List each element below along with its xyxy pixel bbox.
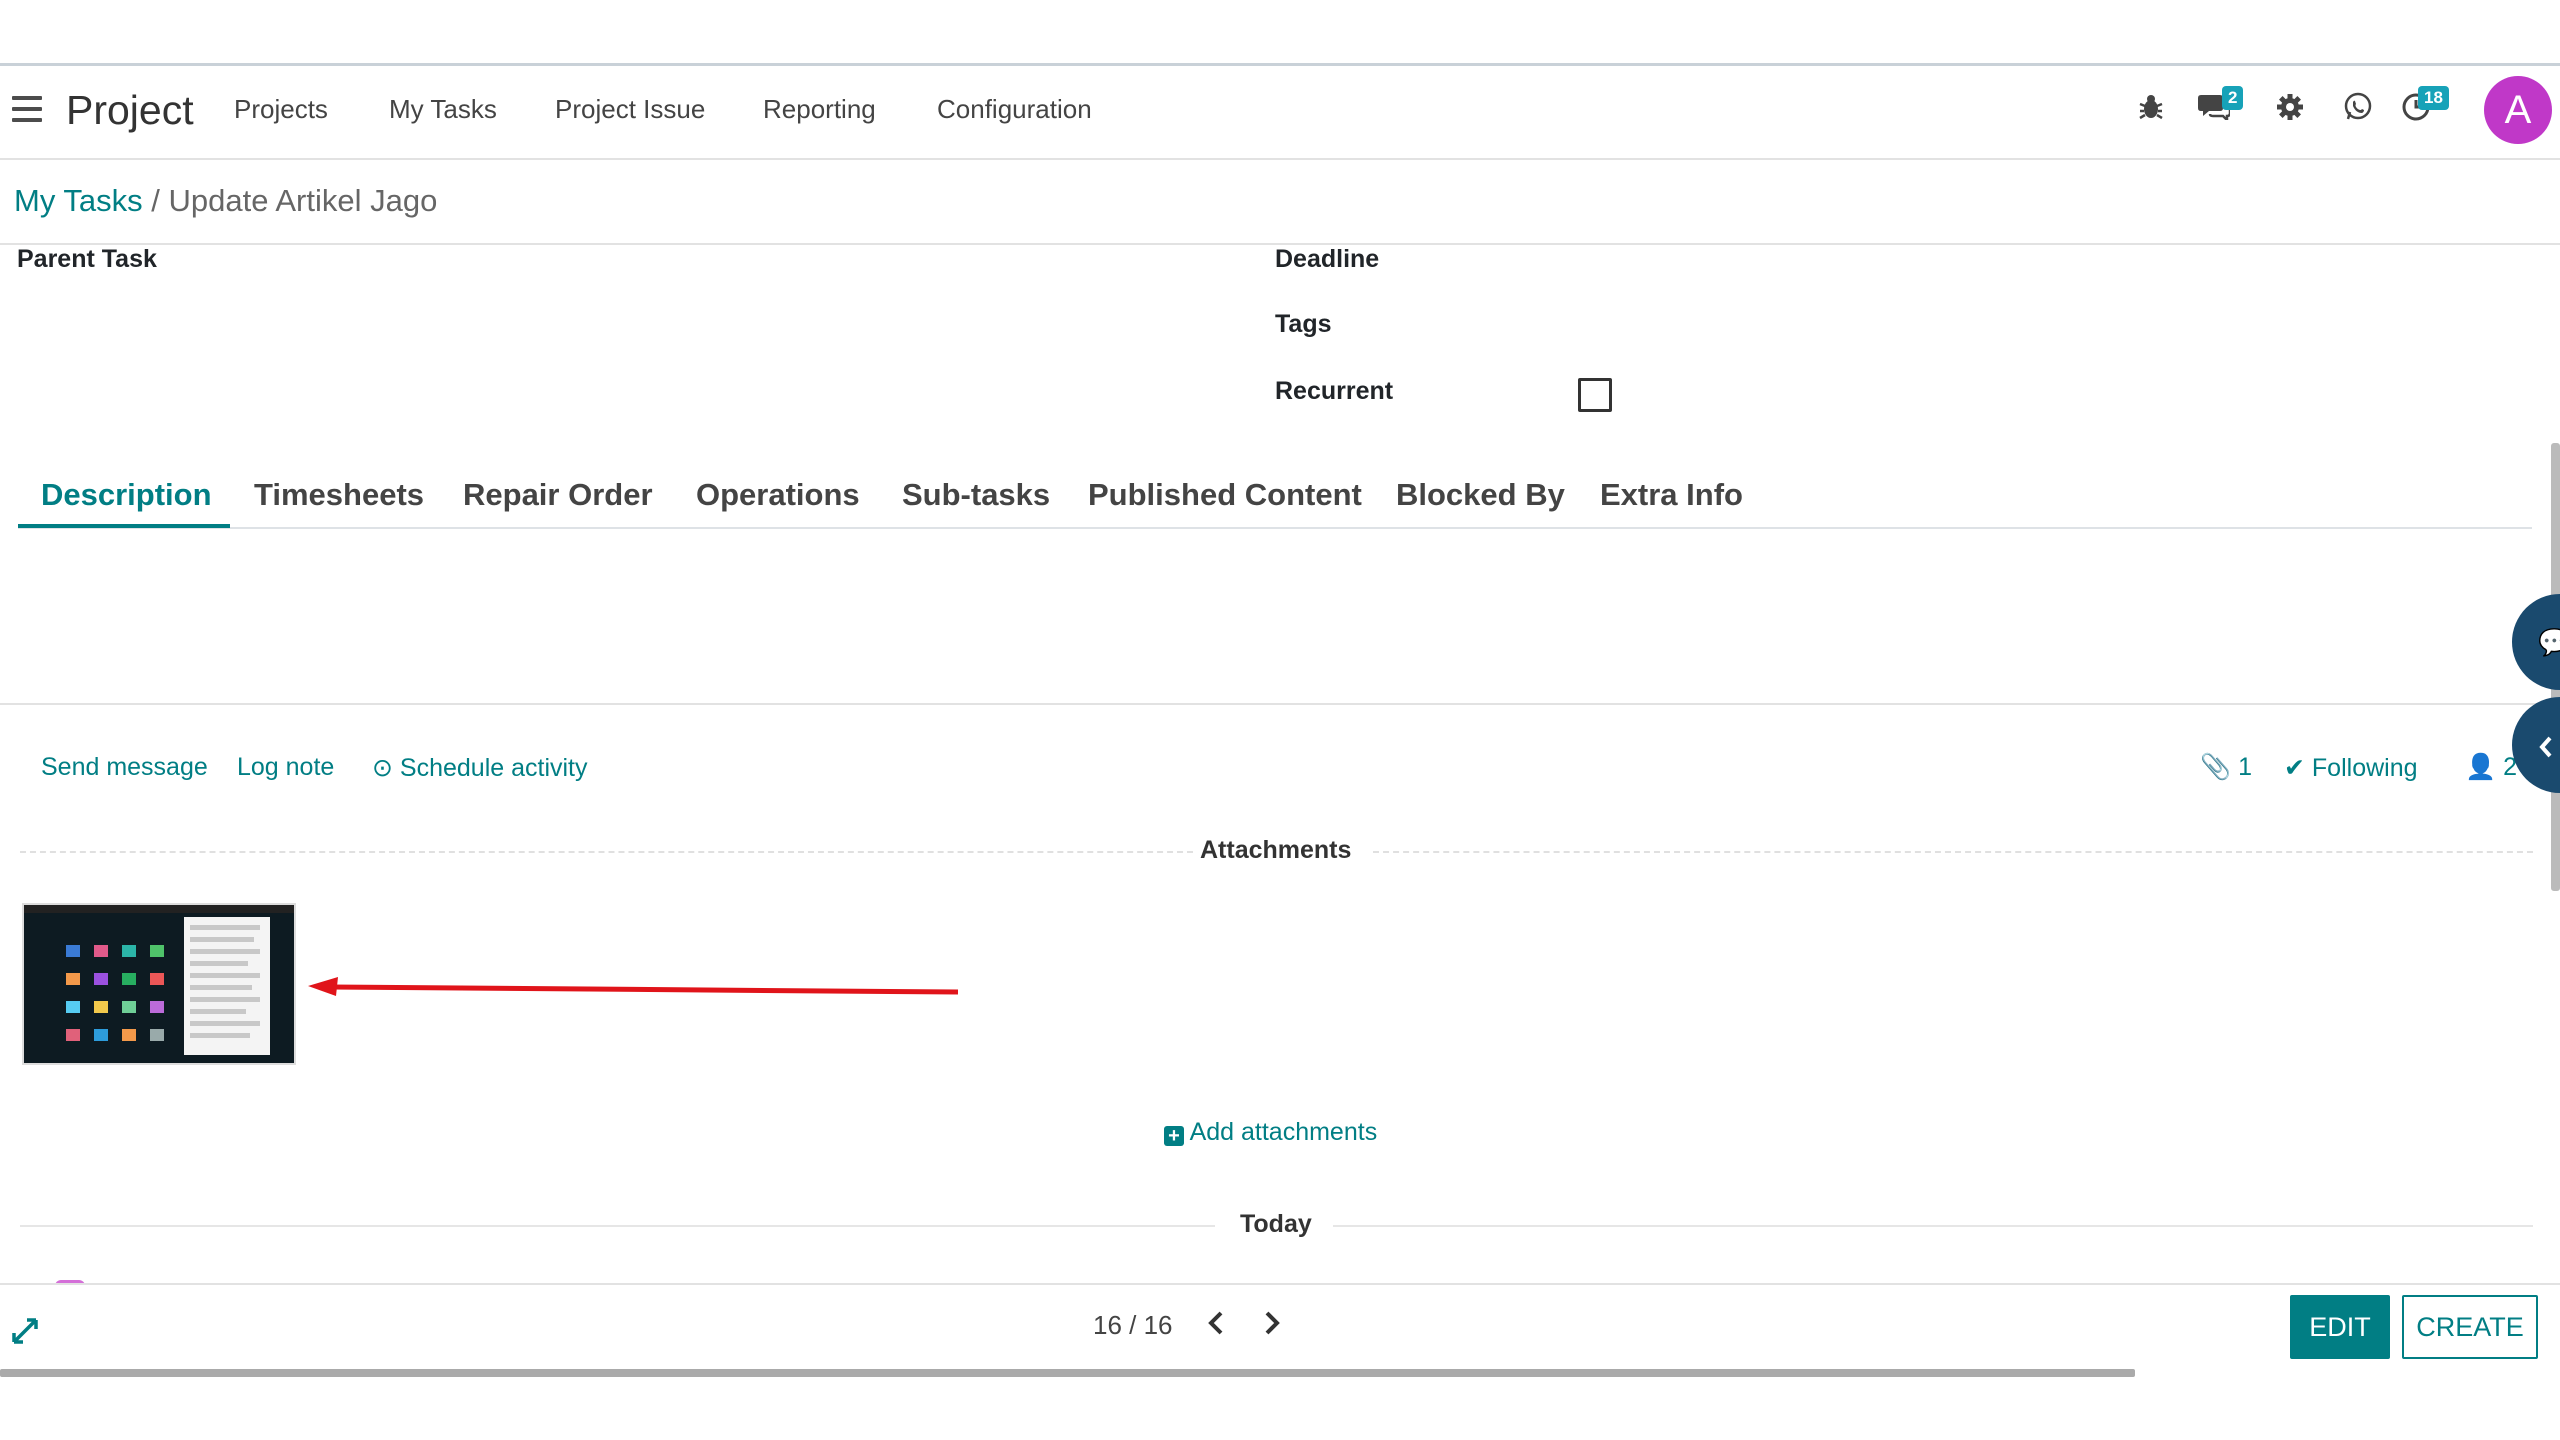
attachments-divider-right: [1373, 851, 2533, 853]
horizontal-scrollbar[interactable]: [0, 1369, 2135, 1377]
today-label: Today: [1240, 1210, 1312, 1238]
breadcrumb-my-tasks[interactable]: My Tasks: [14, 183, 143, 218]
tabs-divider: [18, 527, 2532, 529]
breadcrumb: My Tasks / Update Artikel Jago: [14, 183, 437, 219]
following-button[interactable]: ✔ Following: [2284, 753, 2418, 783]
schedule-activity-label: Schedule activity: [399, 754, 588, 782]
messages-badge: 2: [2222, 86, 2244, 110]
menu-project-issue[interactable]: Project Issue: [555, 94, 705, 125]
paperclip-icon: 📎: [2200, 753, 2232, 781]
whatsapp-icon[interactable]: [2342, 92, 2374, 130]
tab-blocked-by[interactable]: Blocked By: [1396, 477, 1565, 513]
attachment-thumbnail[interactable]: [22, 903, 296, 1065]
activities-badge: 18: [2418, 86, 2449, 110]
side-collapse-bubble[interactable]: [2512, 697, 2560, 793]
create-button[interactable]: CREATE: [2402, 1295, 2538, 1359]
menu-projects[interactable]: Projects: [234, 94, 328, 125]
breadcrumb-separator: /: [151, 183, 160, 218]
send-message-button[interactable]: Send message: [41, 753, 208, 782]
attachments-divider-left: [20, 851, 1193, 853]
chevron-left-icon: [2539, 736, 2552, 758]
pager-value[interactable]: 16 / 16: [1093, 1310, 1173, 1341]
chat-icon: 💬: [2538, 627, 2560, 657]
app-title[interactable]: Project: [66, 87, 194, 134]
tab-sub-tasks[interactable]: Sub-tasks: [902, 477, 1050, 513]
active-tab-indicator: [18, 524, 230, 528]
schedule-activity-button[interactable]: ⊙ Schedule activity: [372, 753, 588, 783]
top-blank-area: [0, 0, 2560, 66]
following-label: Following: [2311, 754, 2418, 782]
add-attachments-button[interactable]: + Add attachments: [1164, 1118, 1377, 1147]
recurrent-checkbox[interactable]: [1578, 378, 1612, 412]
menu-reporting[interactable]: Reporting: [763, 94, 876, 125]
tab-operations[interactable]: Operations: [696, 477, 860, 513]
tab-extra-info[interactable]: Extra Info: [1600, 477, 1743, 513]
bug-icon[interactable]: [2135, 92, 2167, 130]
recurrent-label: Recurrent: [1275, 377, 1394, 405]
attachment-count: 1: [2238, 753, 2252, 781]
side-chat-bubble[interactable]: 💬: [2512, 594, 2560, 690]
screenshot-image: [24, 905, 294, 1063]
top-navbar: [0, 66, 2560, 160]
tab-timesheets[interactable]: Timesheets: [254, 477, 424, 513]
deadline-label: Deadline: [1275, 245, 1380, 273]
tags-label: Tags: [1275, 310, 1332, 338]
app-menu-hamburger-icon[interactable]: [12, 96, 42, 122]
attachments-title: Attachments: [1200, 836, 1352, 864]
today-divider-right: [1333, 1225, 2533, 1227]
pager-previous-icon[interactable]: [1206, 1310, 1226, 1343]
menu-my-tasks[interactable]: My Tasks: [389, 94, 497, 125]
plus-square-icon: +: [1164, 1126, 1184, 1146]
tab-description[interactable]: Description: [41, 477, 212, 513]
edit-button[interactable]: EDIT: [2290, 1295, 2390, 1359]
tab-published-content[interactable]: Published Content: [1088, 477, 1362, 513]
parent-task-label: Parent Task: [17, 245, 157, 273]
tab-repair-order[interactable]: Repair Order: [463, 477, 653, 513]
attachment-count-button[interactable]: 📎 1: [2200, 753, 2252, 782]
settings-gear-icon[interactable]: [2274, 92, 2306, 130]
menu-configuration[interactable]: Configuration: [937, 94, 1092, 125]
log-note-button[interactable]: Log note: [237, 753, 334, 782]
clock-icon: ⊙: [372, 754, 393, 782]
chatter-divider: [0, 703, 2560, 705]
followers-button[interactable]: 👤 2: [2465, 753, 2517, 782]
user-icon: 👤: [2465, 753, 2497, 781]
check-icon: ✔: [2284, 754, 2305, 782]
expand-icon[interactable]: [10, 1316, 40, 1351]
add-attachments-label: Add attachments: [1189, 1118, 1378, 1146]
red-annotation-arrow: [308, 977, 959, 996]
breadcrumb-current: Update Artikel Jago: [168, 183, 438, 218]
today-divider-left: [20, 1225, 1215, 1227]
user-avatar[interactable]: A: [2484, 76, 2552, 144]
pager-next-icon[interactable]: [1262, 1310, 1282, 1343]
